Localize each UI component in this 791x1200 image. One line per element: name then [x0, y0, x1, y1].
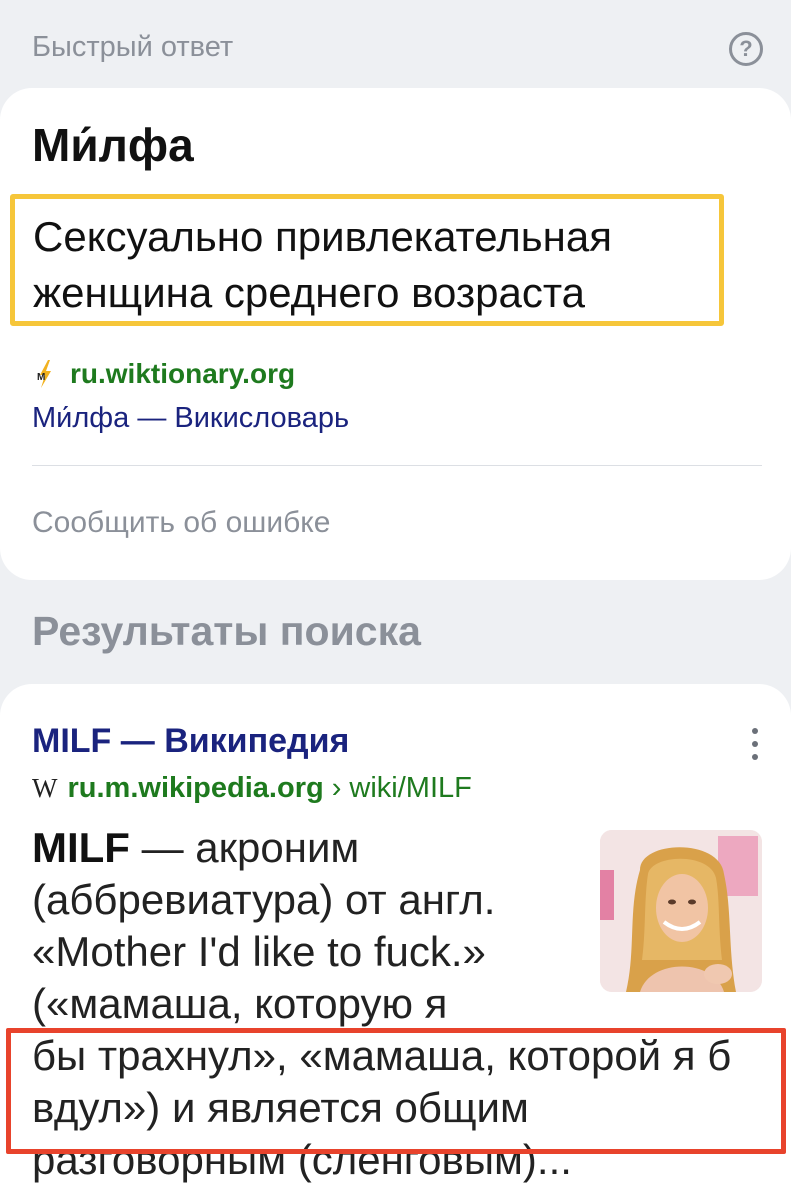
question-circle-icon[interactable]: ? — [729, 32, 763, 66]
result-path[interactable]: › wiki/MILF — [332, 772, 472, 805]
quick-answer-definition: Сексуально привлекательная женщина средн… — [33, 213, 612, 316]
wiktionary-icon: M — [34, 360, 56, 388]
more-vertical-icon[interactable] — [745, 724, 765, 764]
svg-text:M: M — [37, 372, 45, 383]
quick-answer-title: Быстрый ответ — [32, 30, 234, 63]
report-error-link[interactable]: Сообщить об ошибке — [32, 506, 330, 540]
search-results-heading: Результаты поиска — [32, 608, 421, 654]
result-title-link[interactable]: MILF — Википедия — [32, 722, 349, 761]
wikipedia-icon: W — [32, 773, 58, 803]
result-url[interactable]: W ru.m.wikipedia.org › wiki/MILF — [32, 772, 472, 805]
search-result-card: MILF — Википедия W ru.m.wikipedia.org › … — [0, 684, 791, 1200]
snippet-term: MILF — [32, 824, 130, 871]
result-thumbnail[interactable] — [600, 830, 762, 992]
definition-highlight-box: Сексуально привлекательная женщина средн… — [10, 194, 724, 326]
divider — [32, 465, 762, 466]
quick-answer-card: Ми́лфа Сексуально привлекательная женщин… — [0, 88, 791, 580]
quick-answer-header: Быстрый ответ ? — [32, 22, 763, 72]
result-snippet-continuation: бы трахнул», «мамаша, которой я б вдул»)… — [32, 1032, 732, 1183]
quick-answer-source[interactable]: M ru.wiktionary.org — [34, 358, 295, 390]
quick-answer-source-domain[interactable]: ru.wiktionary.org — [70, 358, 295, 390]
result-snippet: MILF — акроним (аббревиатура) от англ. «… — [32, 822, 592, 1030]
quick-answer-source-link[interactable]: Ми́лфа — Викисловарь — [32, 402, 349, 435]
result-domain[interactable]: ru.m.wikipedia.org — [67, 772, 323, 805]
search-page: Быстрый ответ ? Ми́лфа Сексуально привле… — [0, 0, 791, 1200]
quick-answer-term: Ми́лфа — [32, 119, 194, 171]
